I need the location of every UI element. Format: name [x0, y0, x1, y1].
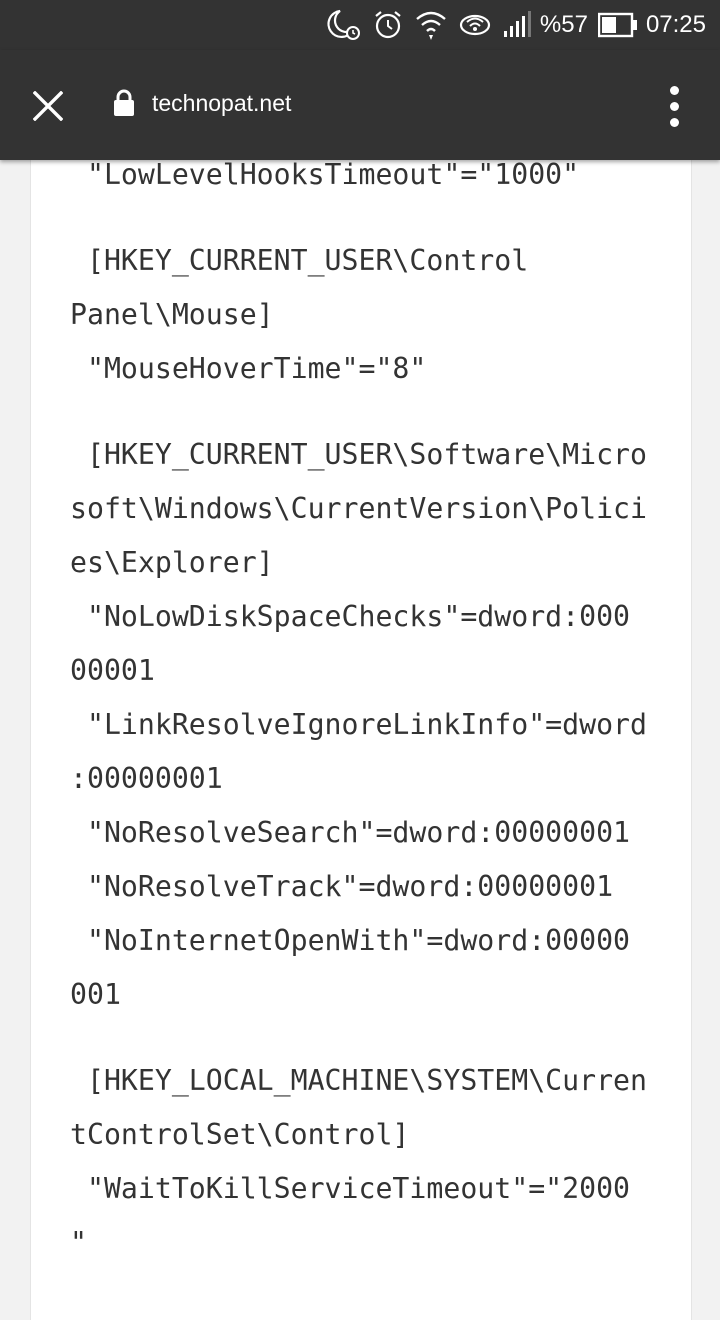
code-line: Panel\Mouse]: [70, 298, 274, 331]
code-line: 001: [70, 978, 121, 1011]
more-options-button[interactable]: [652, 82, 696, 130]
code-line: es\Explorer]: [70, 546, 274, 579]
wifi-icon: [414, 9, 448, 41]
code-line: "NoInternetOpenWith"=dword:00000: [70, 924, 631, 957]
more-vert-icon: [669, 85, 679, 95]
code-line: [HKEY_CURRENT_USER\Software\Micro: [70, 438, 647, 471]
code-line: ": [70, 1226, 87, 1259]
lock-icon: [112, 88, 136, 122]
battery-icon: [597, 12, 638, 38]
moon-alarm-icon: [326, 8, 362, 42]
code-line: "NoLowDiskSpaceChecks"=dword:000: [70, 600, 631, 633]
browser-toolbar: technopat.net: [0, 50, 720, 160]
code-line: "LinkResolveIgnoreLinkInfo"=dword: [70, 708, 647, 741]
code-line: tControlSet\Control]: [70, 1118, 410, 1151]
code-line: [HKEY_LOCAL_MACHINE\SYSTEM\Curren: [70, 1064, 647, 1097]
url-text[interactable]: technopat.net: [152, 90, 291, 117]
alarm-clock-icon: [372, 9, 404, 41]
code-line: :00000001: [70, 762, 223, 795]
code-line: soft\Windows\CurrentVersion\Polici: [70, 492, 647, 525]
code-line: "NoResolveTrack"=dword:00000001: [70, 870, 614, 903]
signal-icon: [502, 11, 532, 39]
status-bar: %57 07:25: [0, 0, 720, 50]
battery-percent: %57: [539, 11, 588, 38]
code-line: [HKEY_CURRENT_USER\Control: [70, 244, 529, 277]
status-time: 07:25: [645, 11, 706, 38]
close-button[interactable]: [24, 82, 72, 130]
code-line: 00001: [70, 654, 155, 687]
close-icon: [33, 91, 63, 121]
registry-code-block: "LowLevelHooksTimeout"="1000" [HKEY_CURR…: [70, 148, 660, 1270]
code-line: "MouseHoverTime"="8": [70, 352, 427, 385]
code-line: "NoResolveSearch"=dword:00000001: [70, 816, 631, 849]
hotspot-icon: [458, 9, 492, 41]
code-line: "WaitToKillServiceTimeout"="2000: [70, 1172, 631, 1205]
